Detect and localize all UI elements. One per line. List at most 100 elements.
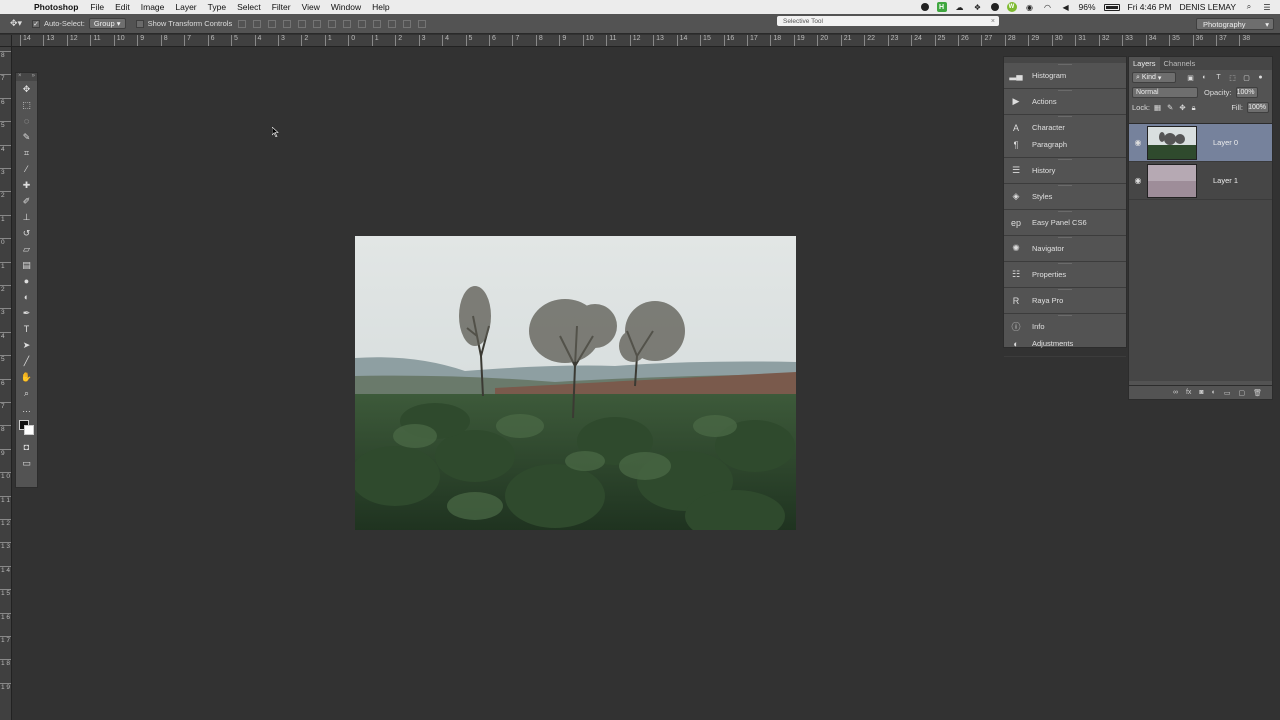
document-canvas[interactable] (355, 236, 796, 530)
layer-thumbnail[interactable] (1147, 163, 1197, 198)
wacom-icon[interactable]: W (1006, 2, 1017, 12)
blend-mode-dropdown[interactable]: Normal (1132, 87, 1198, 98)
background-color-swatch[interactable] (24, 425, 34, 435)
dock-item-raya-pro[interactable]: R Raya Pro (1004, 292, 1126, 309)
edit-toolbar-icon[interactable]: … (16, 401, 37, 417)
quick-mask-icon[interactable]: ◘ (16, 439, 37, 455)
type-filter-icon[interactable]: T (1214, 73, 1223, 82)
healing-brush-tool-icon[interactable]: ✚ (16, 177, 37, 193)
lock-image-icon[interactable]: ✎ (1167, 103, 1173, 113)
menu-select[interactable]: Select (237, 2, 261, 12)
layer-style-icon[interactable]: fx (1186, 389, 1191, 396)
menu-file[interactable]: File (90, 2, 104, 12)
lock-all-icon[interactable]: 🔒︎ (1192, 103, 1196, 113)
app-name-menu[interactable]: Photoshop (34, 2, 78, 12)
wifi-icon[interactable]: ◠ (1043, 2, 1053, 12)
eraser-tool-icon[interactable]: ▱ (16, 241, 37, 257)
distribute-hcenter-icon[interactable] (388, 19, 397, 28)
zoom-tool-icon[interactable]: ⌕ (16, 385, 37, 401)
auto-select-checkbox[interactable]: ✓ (32, 19, 40, 28)
menu-type[interactable]: Type (208, 2, 226, 12)
distribute-left-icon[interactable] (373, 19, 382, 28)
dock-item-histogram[interactable]: ▂▄ Histogram (1004, 67, 1126, 84)
align-top-icon[interactable] (238, 19, 247, 28)
dropbox-icon[interactable]: ❖ (973, 2, 983, 12)
distribute-bottom-icon[interactable] (358, 19, 367, 28)
distribute-vcenter-icon[interactable] (343, 19, 352, 28)
path-selection-tool-icon[interactable]: ➤ (16, 337, 37, 353)
layer-thumbnail[interactable] (1147, 125, 1197, 160)
gradient-tool-icon[interactable]: ▤ (16, 257, 37, 273)
align-hcenter-icon[interactable] (298, 19, 307, 28)
hand-tool-icon[interactable]: ✋ (16, 369, 37, 385)
new-layer-icon[interactable]: ▢ (1238, 389, 1245, 397)
fill-field[interactable]: 100% (1247, 102, 1269, 113)
type-tool-icon[interactable]: T (16, 321, 37, 337)
align-left-icon[interactable] (283, 19, 292, 28)
layer-row-layer-1[interactable]: ◉ Layer 1 (1129, 162, 1272, 200)
close-icon[interactable]: × (18, 73, 22, 81)
line-tool-icon[interactable]: ╱ (16, 353, 37, 369)
menu-layer[interactable]: Layer (175, 2, 196, 12)
horizontal-ruler[interactable]: 14 13 12 11 10 9 8 7 6 5 4 3 2 1 0 1 2 3 4 5 6 7 8 9 10 11 12 13 14 1… (12, 35, 1280, 47)
visibility-eye-icon[interactable]: ◉ (1129, 176, 1147, 185)
clone-stamp-tool-icon[interactable]: ⊥ (16, 209, 37, 225)
dock-item-easy-panel-cs6[interactable]: ep Easy Panel CS6 (1004, 214, 1126, 231)
tab-layers[interactable]: Layers (1129, 57, 1160, 70)
battery-icon[interactable] (1103, 3, 1120, 11)
quick-selection-tool-icon[interactable]: ✎ (16, 129, 37, 145)
lock-transparent-icon[interactable]: ▦ (1154, 103, 1161, 113)
distribute-top-icon[interactable] (328, 19, 337, 28)
dock-item-navigator[interactable]: ✺ Navigator (1004, 240, 1126, 257)
tab-channels[interactable]: Channels (1160, 57, 1200, 70)
dock-item-paragraph[interactable]: ¶ Paragraph (1004, 136, 1126, 153)
auto-select-dropdown[interactable]: Group ▾ (88, 18, 126, 29)
pen-tool-icon[interactable]: ✒ (16, 305, 37, 321)
volume-icon[interactable]: ◀ (1061, 2, 1071, 12)
align-vcenter-icon[interactable] (253, 19, 262, 28)
dock-item-actions[interactable]: ▶ Actions (1004, 93, 1126, 110)
dock-item-styles[interactable]: ◈ Styles (1004, 188, 1126, 205)
dodge-tool-icon[interactable]: ◐ (16, 289, 37, 305)
auto-align-icon[interactable] (418, 19, 427, 28)
marquee-tool-icon[interactable]: ⬚ (16, 97, 37, 113)
crop-tool-icon[interactable]: ⌗ (16, 145, 37, 161)
expand-icon[interactable]: » (32, 73, 35, 81)
shape-filter-icon[interactable]: ⬚ (1228, 73, 1237, 82)
dock-item-history[interactable]: ☰ History (1004, 162, 1126, 179)
screen-mode-icon[interactable]: ▭ (16, 455, 37, 471)
evernote-icon[interactable]: H (936, 2, 947, 12)
menu-edit[interactable]: Edit (115, 2, 130, 12)
cloud-app-icon[interactable]: ☁ (955, 2, 965, 12)
blur-tool-icon[interactable]: ● (16, 273, 37, 289)
user-name[interactable]: DENIS LEMAY (1179, 2, 1236, 12)
show-transform-checkbox[interactable] (135, 19, 144, 28)
ruler-origin[interactable] (0, 35, 12, 47)
record-icon[interactable] (920, 3, 929, 11)
add-mask-icon[interactable]: ◙ (1199, 389, 1203, 396)
tools-panel-header[interactable]: ×» (16, 73, 37, 81)
align-bottom-icon[interactable] (268, 19, 277, 28)
dock-item-adjustments[interactable]: ◐ Adjustments (1004, 335, 1126, 352)
dock-item-properties[interactable]: ☷ Properties (1004, 266, 1126, 283)
lasso-tool-icon[interactable]: ◌ (16, 113, 37, 129)
brush-tool-icon[interactable]: ✐ (16, 193, 37, 209)
vertical-ruler[interactable]: 8765432101234567891 01 11 21 31 41 51 61… (0, 47, 12, 720)
visibility-eye-icon[interactable]: ◉ (1129, 138, 1147, 147)
dock-item-character[interactable]: A Character (1004, 119, 1126, 136)
eyedropper-tool-icon[interactable]: ⁄ (16, 161, 37, 177)
menu-image[interactable]: Image (141, 2, 165, 12)
distribute-right-icon[interactable] (403, 19, 412, 28)
move-tool-icon[interactable]: ✥ (16, 81, 37, 97)
opacity-field[interactable]: 100% (1235, 87, 1258, 98)
new-group-icon[interactable]: ▭ (1224, 389, 1231, 397)
pixel-filter-icon[interactable]: ▣ (1186, 73, 1195, 82)
spotlight-search-icon[interactable]: ⌕ (1244, 2, 1254, 12)
adjustment-filter-icon[interactable]: ◐ (1200, 73, 1209, 82)
clock[interactable]: Fri 4:46 PM (1128, 2, 1172, 12)
lock-position-icon[interactable]: ✥ (1179, 103, 1185, 113)
move-tool-preset-icon[interactable]: ✥▾ (0, 18, 32, 29)
camera-icon[interactable] (990, 3, 999, 11)
menu-filter[interactable]: Filter (272, 2, 291, 12)
selective-tool-window[interactable]: Selective Tool × (777, 16, 999, 26)
